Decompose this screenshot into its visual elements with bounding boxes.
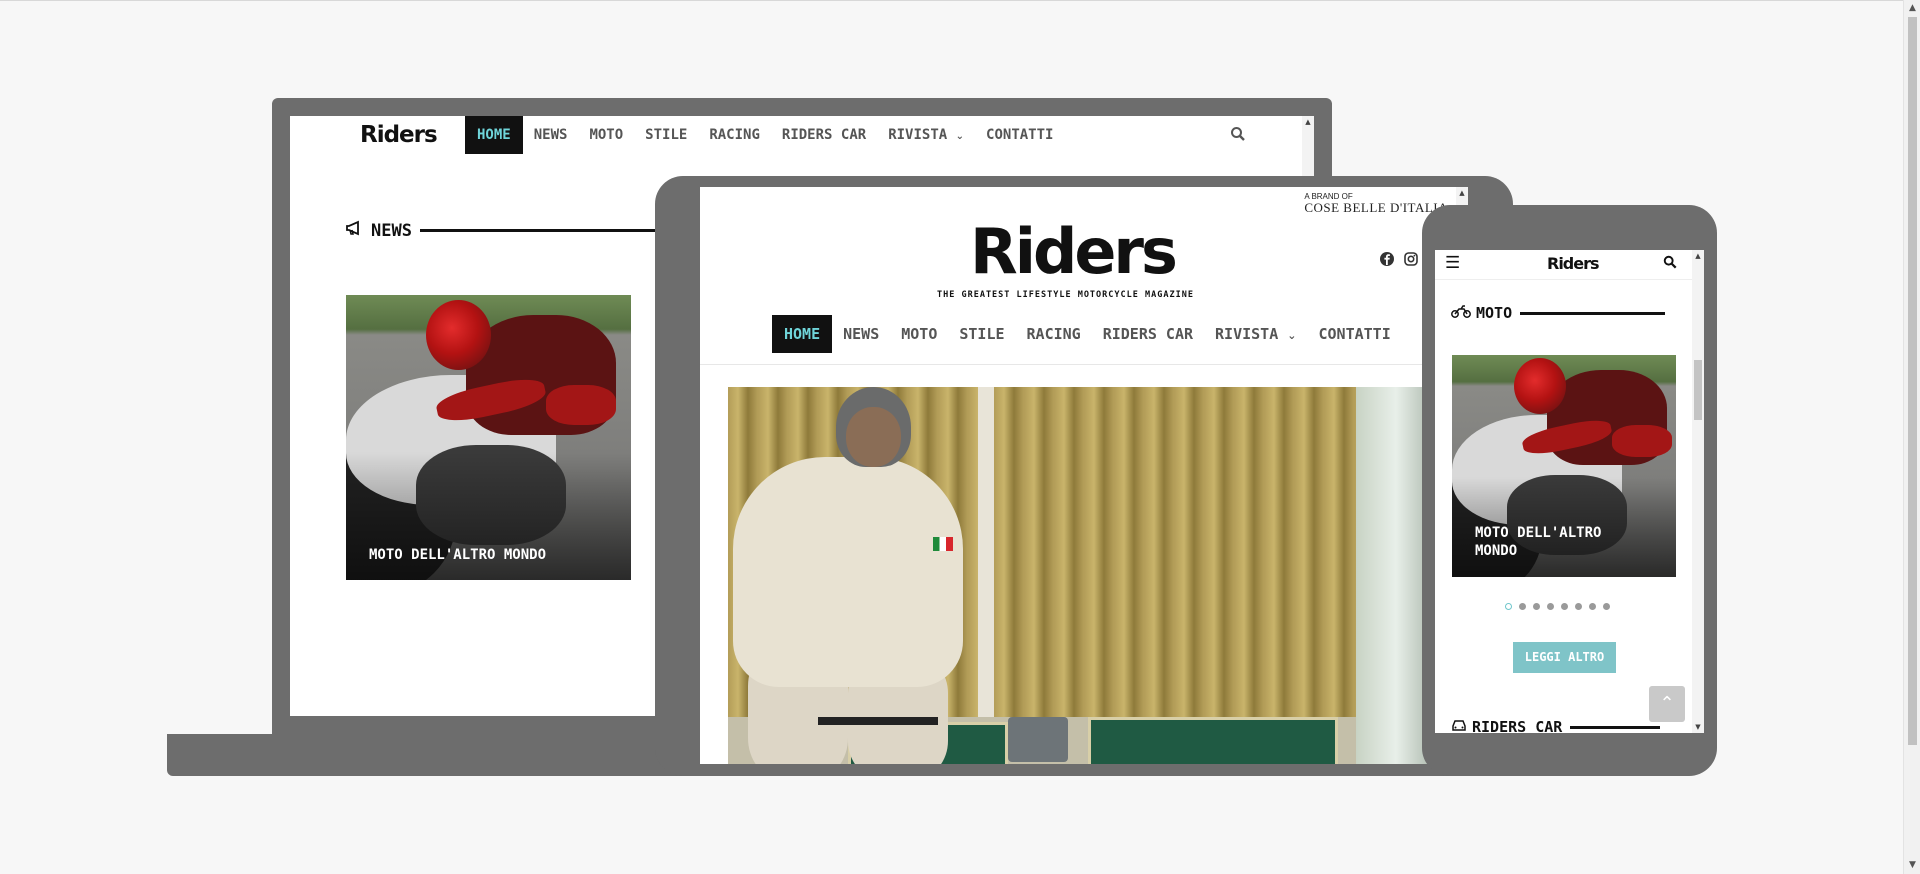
scroll-down-icon[interactable]: ▼ xyxy=(1904,857,1920,874)
main-nav-tablet: HOME NEWS MOTO STILE RACING RIDERS CAR R… xyxy=(772,315,1402,353)
carousel-dot[interactable] xyxy=(1603,603,1610,610)
nav-news[interactable]: NEWS xyxy=(523,116,579,154)
nav-rivista[interactable]: RIVISTA ⌄ xyxy=(877,116,975,154)
chevron-down-icon: ⌄ xyxy=(1287,329,1297,342)
car-icon xyxy=(1451,718,1467,733)
search-icon[interactable] xyxy=(1663,255,1677,272)
phone-scrollbar[interactable]: ▲ ▼ xyxy=(1692,250,1704,733)
chevron-down-icon: ⌄ xyxy=(955,131,965,142)
nav-rivista-label: RIVISTA xyxy=(1215,325,1279,343)
nav-home[interactable]: HOME xyxy=(772,315,833,353)
hero-image[interactable] xyxy=(728,387,1356,764)
site-logo-large[interactable]: Riders xyxy=(970,215,1178,288)
megaphone-icon xyxy=(345,220,365,241)
nav-contatti[interactable]: CONTATTI xyxy=(975,116,1064,154)
tablet-screen: A BRAND OF COSE BELLE D'ITALIA Riders TH… xyxy=(700,187,1468,764)
scroll-up-icon[interactable]: ▲ xyxy=(1904,0,1920,17)
article-card[interactable]: MOTO DELL'ALTRO MONDO xyxy=(346,295,631,580)
section-moto-title: MOTO xyxy=(1476,304,1513,322)
section-divider xyxy=(1570,725,1661,729)
nav-news[interactable]: NEWS xyxy=(832,315,890,353)
nav-riders-car[interactable]: RIDERS CAR xyxy=(771,116,877,154)
carousel-dot[interactable] xyxy=(1519,603,1526,610)
section-moto: MOTO xyxy=(1451,304,1666,322)
nav-moto[interactable]: MOTO xyxy=(890,315,948,353)
carousel-dots xyxy=(1505,603,1610,610)
site-tagline: THE GREATEST LIFESTYLE MOTORCYCLE MAGAZI… xyxy=(937,290,1194,300)
section-divider xyxy=(1520,311,1666,315)
article-card[interactable]: MOTO DELL'ALTRO MONDO xyxy=(1452,355,1676,577)
nav-racing[interactable]: RACING xyxy=(698,116,771,154)
carousel-dot[interactable] xyxy=(1589,603,1596,610)
instagram-icon[interactable] xyxy=(1404,252,1418,269)
brand-name: COSE BELLE D'ITALIA xyxy=(1304,200,1448,215)
section-riders-car: RIDERS CAR xyxy=(1451,718,1661,733)
nav-stile[interactable]: STILE xyxy=(948,315,1015,353)
section-divider xyxy=(419,229,660,232)
page-scrollbar[interactable]: ▲ ▼ xyxy=(1903,0,1920,874)
brand-mark[interactable]: A BRAND OF COSE BELLE D'ITALIA xyxy=(1304,193,1448,215)
nav-home[interactable]: HOME xyxy=(465,116,523,154)
read-more-button[interactable]: LEGGI ALTRO xyxy=(1513,642,1616,673)
article-card-title: MOTO DELL'ALTRO MONDO xyxy=(1475,525,1602,559)
social-links xyxy=(1380,252,1418,269)
scrollbar-thumb[interactable] xyxy=(1908,17,1917,745)
nav-contatti[interactable]: CONTATTI xyxy=(1308,315,1402,353)
section-riders-car-title: RIDERS CAR xyxy=(1472,718,1563,733)
phone-screen: ☰ Riders MOTO MOTO DELL'ALTRO MONDO LEGG… xyxy=(1435,250,1704,733)
header-divider xyxy=(700,364,1468,365)
section-news-title: NEWS xyxy=(371,220,412,241)
site-logo[interactable]: Riders xyxy=(360,122,438,148)
top-border xyxy=(0,0,1920,1)
search-icon[interactable] xyxy=(1230,126,1246,147)
carousel-dot[interactable] xyxy=(1561,603,1568,610)
facebook-icon[interactable] xyxy=(1380,252,1394,269)
carousel-dot[interactable] xyxy=(1547,603,1554,610)
nav-racing[interactable]: RACING xyxy=(1016,315,1092,353)
hamburger-menu-icon[interactable]: ☰ xyxy=(1445,253,1460,273)
scroll-up-icon[interactable]: ▲ xyxy=(1302,116,1314,128)
nav-stile[interactable]: STILE xyxy=(634,116,698,154)
motorcycle-icon xyxy=(1451,304,1471,322)
scroll-down-icon[interactable]: ▼ xyxy=(1692,721,1704,733)
nav-rivista-label: RIVISTA xyxy=(888,127,948,143)
carousel-dot[interactable] xyxy=(1575,603,1582,610)
chevron-up-icon[interactable]: ⌃ xyxy=(1649,686,1685,722)
nav-rivista[interactable]: RIVISTA ⌄ xyxy=(1204,315,1307,353)
carousel-dot[interactable] xyxy=(1505,603,1512,610)
nav-riders-car[interactable]: RIDERS CAR xyxy=(1092,315,1204,353)
scroll-up-icon[interactable]: ▲ xyxy=(1692,250,1704,262)
section-news: NEWS xyxy=(345,220,660,241)
mobile-header: ☰ Riders xyxy=(1435,250,1692,280)
scroll-up-icon[interactable]: ▲ xyxy=(1456,187,1468,199)
carousel-dot[interactable] xyxy=(1533,603,1540,610)
article-card-title: MOTO DELL'ALTRO MONDO xyxy=(369,547,547,563)
nav-moto[interactable]: MOTO xyxy=(578,116,634,154)
main-nav: HOME NEWS MOTO STILE RACING RIDERS CAR R… xyxy=(465,116,1064,154)
site-logo-mobile[interactable]: Riders xyxy=(1547,254,1600,273)
